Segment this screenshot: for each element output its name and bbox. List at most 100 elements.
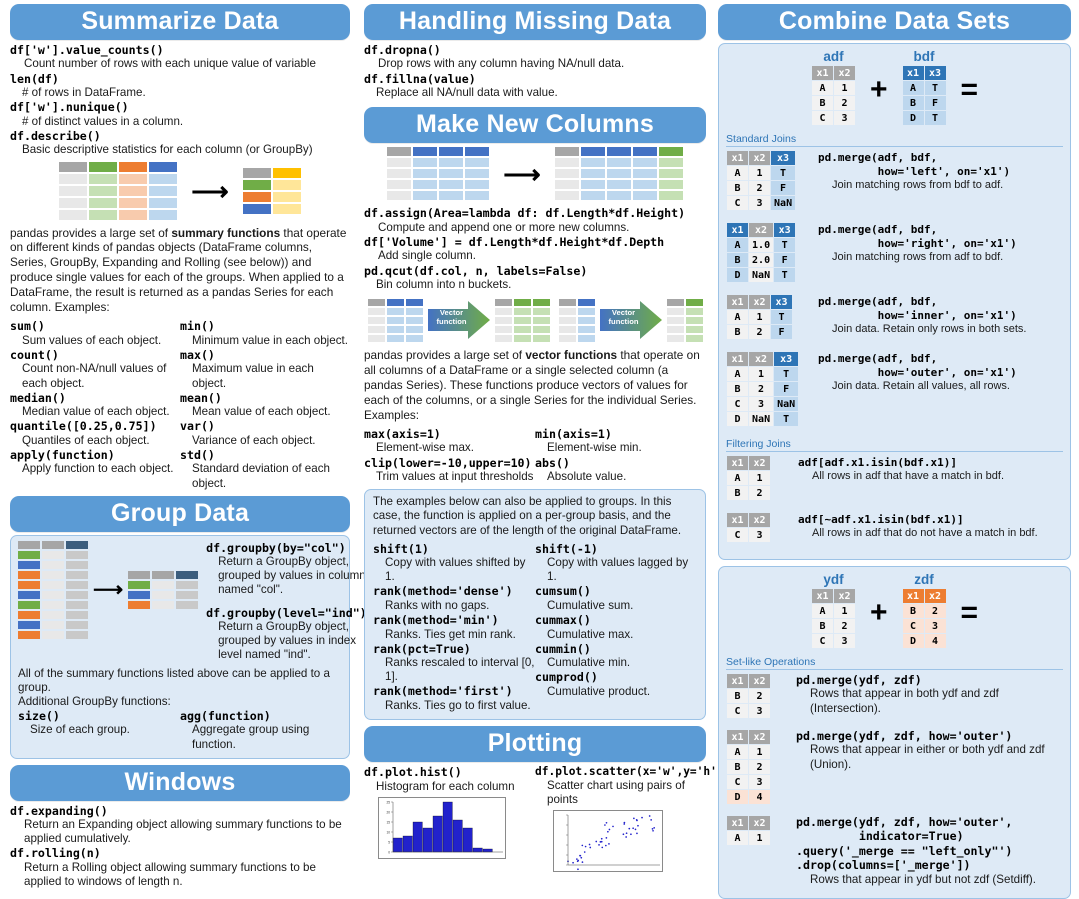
table-cell: 3 — [833, 111, 855, 125]
table-cell: 4 — [749, 790, 771, 804]
table-cell: 3 — [833, 634, 855, 648]
svg-text:15: 15 — [386, 820, 390, 824]
desc-line: Replace all NA/null data with value. — [376, 86, 558, 100]
table-cell: B — [727, 382, 749, 396]
join-description: pd.merge(adf, bdf, how='left', on='x1') J… — [818, 150, 1063, 192]
arrow-right-icon: ⟶ — [191, 175, 229, 206]
code-line: quantile([0.25,0.75]) — [10, 419, 157, 434]
code-line: pd.merge(ydf, zdf) — [796, 673, 922, 687]
table-row: C3 — [811, 634, 855, 648]
zdf-label: zdf — [914, 572, 934, 587]
table-cell: A — [727, 831, 749, 845]
table-cell: 2 — [833, 619, 855, 633]
dataframe-blocks-after — [554, 147, 683, 201]
grid-cell — [577, 334, 595, 342]
join-description: adf[adf.x1.isin(bdf.x1)] All rows in adf … — [798, 455, 1063, 483]
table-cell: D — [902, 634, 924, 648]
list-item: df['w'].value_counts() Count number of r… — [10, 43, 350, 72]
table-header-row: x1 x2 — [811, 589, 855, 603]
grid-cell — [119, 197, 148, 208]
table-header-row: x1 x2 — [727, 456, 771, 470]
grid-cell — [632, 191, 657, 201]
grid-cell — [494, 307, 512, 315]
table-row: D NaN T — [727, 412, 799, 426]
table-row: C3 — [727, 775, 771, 789]
newcols-entries: df.assign(Area=lambda df: df.Length*df.H… — [364, 206, 706, 292]
table-header-cell: x1 — [727, 513, 749, 527]
grid-cell — [66, 590, 88, 599]
table-row: B2 — [811, 619, 855, 633]
groupby-funcs-right: agg(function) Aggregate group using func… — [180, 709, 342, 752]
table-cell: NaN — [771, 196, 796, 210]
grid-cell — [580, 169, 605, 179]
grid-cell — [554, 147, 579, 157]
code-text: apply(function) — [10, 447, 115, 462]
grid-cell — [658, 191, 683, 201]
vector-function-arrow-icon: Vector function — [426, 298, 492, 342]
table-header-cell: x2 — [833, 66, 855, 80]
table-cell: B — [727, 760, 749, 774]
grid-cell — [577, 307, 595, 315]
table-row: A1T — [727, 367, 799, 381]
grid-cell — [66, 610, 88, 619]
table-header-cell: x3 — [771, 151, 796, 165]
code-line: count() — [10, 347, 59, 362]
setop-result-table: x1 x2 A 1 B 2 C 3 D 4 — [726, 729, 771, 805]
join-item: x1 x2 A 1 B 2 adf[adf.x1.isin(bdf.x1)] All rows… — [726, 455, 1063, 506]
grid-cell — [494, 334, 512, 342]
desc-line: Compute and append one or more new colum… — [378, 220, 630, 234]
table-cell: B — [727, 486, 749, 500]
table-cell: A — [811, 81, 833, 95]
grid-cell — [577, 325, 595, 333]
grid-cell — [405, 316, 423, 324]
desc-line: # of rows in DataFrame. — [22, 86, 146, 100]
grid-cell — [558, 298, 576, 306]
grid-cell — [149, 209, 178, 220]
table-header-row: x1 x2 — [811, 66, 855, 80]
windows-entries: df.expanding() Return an Expanding objec… — [10, 804, 350, 890]
grid-cell — [59, 197, 88, 208]
code-line: var() — [180, 419, 215, 434]
table-row: B2F — [727, 181, 796, 195]
join-description: pd.merge(adf, bdf, how='right', on='x1')… — [818, 222, 1063, 264]
code-line: sum() — [10, 319, 45, 334]
grid-cell — [89, 197, 118, 208]
summarize-diagram: ⟶ — [10, 161, 350, 220]
table-cell: B — [727, 253, 749, 267]
table-cell: T — [774, 238, 796, 252]
grid-cell — [494, 325, 512, 333]
table-cell: 3 — [749, 397, 774, 411]
code-line: pd.merge(adf, bdf, how='right', on='x1') — [818, 223, 1017, 250]
desc-line: Aggregate group using function. — [192, 723, 310, 751]
vector-arrow-label-1: Vector — [611, 308, 636, 318]
adf-table-wrap: adf x1 x2 A 1 B 2 C 3 — [811, 49, 856, 131]
table-row: A 1.0 T — [727, 238, 796, 252]
join-result-table: x1 x2 x3 A 1 T B 2 F — [726, 294, 793, 340]
code-line: df.describe() — [10, 128, 101, 143]
setop-item: x1 x2 B 2 C 3 pd.merge(ydf, zdf) Rows that appe… — [726, 673, 1063, 724]
grid-cell — [387, 147, 412, 157]
grid-cell — [405, 325, 423, 333]
grid-cell — [666, 325, 684, 333]
table-cell: C — [811, 111, 833, 125]
desc-line: Cumulative min. — [547, 656, 631, 670]
filtering-joins-label: Filtering Joins — [726, 438, 1063, 452]
code-line: rank(method='dense') — [373, 584, 513, 599]
table-header-cell: x2 — [749, 674, 771, 688]
table-header-cell: x2 — [749, 223, 774, 237]
code-line: mean() — [180, 390, 222, 405]
table-cell: C — [727, 704, 749, 718]
desc-line: Trim values at input thresholds — [376, 470, 534, 484]
grid-cell — [66, 570, 88, 579]
join-description: pd.merge(adf, bdf, how='outer', on='x1')… — [818, 351, 1063, 393]
histogram-chart: 0 5 10 15 20 25 — [378, 796, 506, 859]
dataframe-blocks-after — [242, 167, 301, 214]
grid-cell — [18, 570, 40, 579]
table-header-cell: x1 — [727, 674, 749, 688]
table-cell: A — [727, 745, 749, 759]
grid-cell — [367, 307, 385, 315]
table-header-cell: x1 — [727, 456, 749, 470]
grid-cell — [532, 316, 550, 324]
grid-cell — [658, 180, 683, 190]
table-header-row: x1 x2 — [902, 589, 946, 603]
